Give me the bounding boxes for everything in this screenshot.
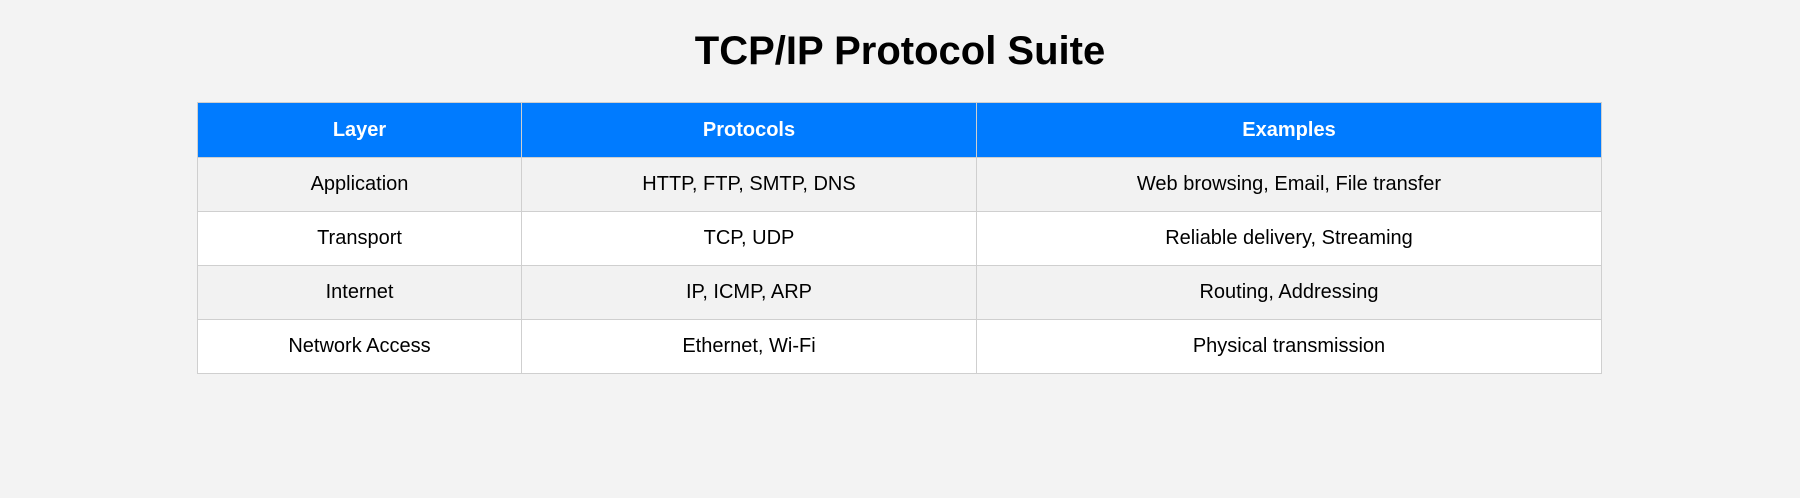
header-row: Layer Protocols Examples <box>197 102 1602 158</box>
page-title: TCP/IP Protocol Suite <box>694 29 1106 73</box>
column-header-examples: Examples <box>976 102 1602 158</box>
page: TCP/IP Protocol Suite Layer Protocols Ex… <box>0 0 1800 498</box>
column-header-protocols: Protocols <box>521 102 977 158</box>
cell-layer: Transport <box>197 211 522 266</box>
cell-examples: Routing, Addressing <box>976 265 1602 320</box>
table-row: Network Access Ethernet, Wi-Fi Physical … <box>197 319 1602 374</box>
cell-examples: Physical transmission <box>976 319 1602 374</box>
table-body: Application HTTP, FTP, SMTP, DNS Web bro… <box>197 157 1602 374</box>
table-row: Internet IP, ICMP, ARP Routing, Addressi… <box>197 265 1602 320</box>
cell-layer: Internet <box>197 265 522 320</box>
protocol-table: Layer Protocols Examples Application HTT… <box>197 102 1602 374</box>
column-header-layer: Layer <box>197 102 522 158</box>
cell-examples: Reliable delivery, Streaming <box>976 211 1602 266</box>
cell-protocols: TCP, UDP <box>521 211 977 266</box>
table-row: Application HTTP, FTP, SMTP, DNS Web bro… <box>197 157 1602 212</box>
cell-layer: Network Access <box>197 319 522 374</box>
table-row: Transport TCP, UDP Reliable delivery, St… <box>197 211 1602 266</box>
protocol-table-container: Layer Protocols Examples Application HTT… <box>197 102 1602 374</box>
cell-protocols: Ethernet, Wi-Fi <box>521 319 977 374</box>
cell-protocols: HTTP, FTP, SMTP, DNS <box>521 157 977 212</box>
cell-layer: Application <box>197 157 522 212</box>
table-header: Layer Protocols Examples <box>197 102 1602 158</box>
cell-protocols: IP, ICMP, ARP <box>521 265 977 320</box>
cell-examples: Web browsing, Email, File transfer <box>976 157 1602 212</box>
